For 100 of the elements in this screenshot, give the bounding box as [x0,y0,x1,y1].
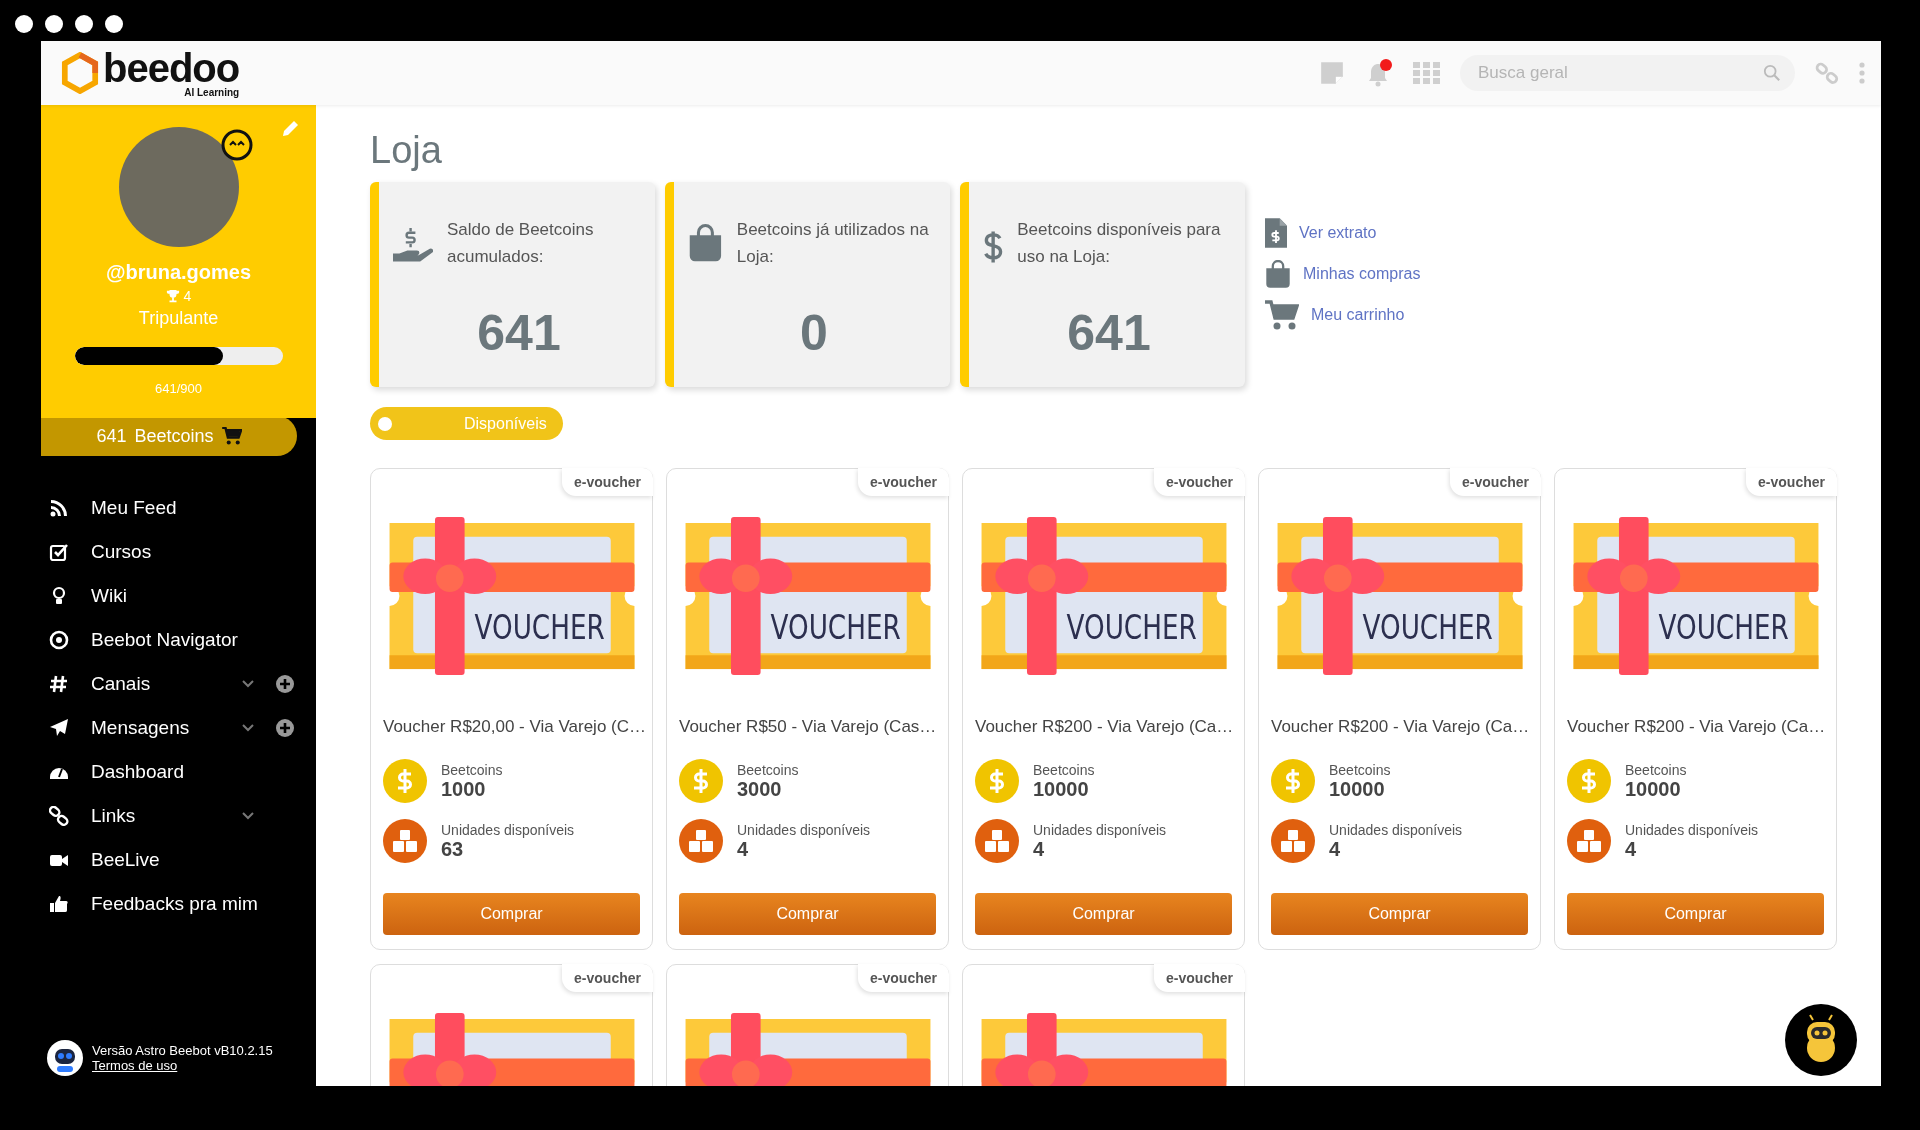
boxes-icon [975,819,1019,863]
stock-value: 4 [1625,837,1638,861]
price-label: Beetcoins [1625,761,1687,778]
price-value: 1000 [441,777,487,801]
coin-dollar-icon [1567,759,1611,803]
boxes-icon [383,819,427,863]
logo-tagline: AI Learning [184,86,240,98]
product-name: Voucher R$50 - Via Varejo (Cas… [679,717,936,737]
stat-label: Saldo de Beetcoins acumulados: [447,219,595,268]
product-type-tag: e-voucher [858,468,949,496]
plane-icon [49,718,69,738]
product-type-tag: e-voucher [1154,468,1245,496]
stock-label: Unidades disponíveis [1033,821,1167,838]
stat-value: 0 [799,304,829,362]
hexagon-logo-icon [61,52,99,94]
boxes-icon [1567,819,1611,863]
quick-link[interactable]: Minhas compras [1303,265,1421,283]
product-type-tag: e-voucher [562,468,653,496]
stock-value: 63 [441,837,465,861]
price-value: 10000 [1329,777,1386,801]
shopping-bag-icon [1265,260,1291,288]
terms-of-use-link[interactable]: Termos de uso [92,1058,273,1073]
price-label: Beetcoins [1329,761,1391,778]
chevron-down-icon[interactable] [242,724,254,732]
stock-label: Unidades disponíveis [737,821,871,838]
price-value: 10000 [1625,777,1682,801]
menu-item[interactable]: Meu Feed [91,497,177,519]
menu-item[interactable]: Wiki [91,585,127,607]
stock-label: Unidades disponíveis [1625,821,1759,838]
menu-item[interactable]: Beebot Navigator [91,629,238,651]
menu-item[interactable]: BeeLive [91,849,160,871]
price-value: 10000 [1033,777,1090,801]
chevron-down-icon[interactable] [242,680,254,688]
toggle-knob-icon [378,416,392,431]
document-dollar-icon [1265,218,1287,248]
product-name: Voucher R$200 - Via Varejo (Ca… [1567,717,1824,737]
hash-icon [49,674,69,694]
search-field[interactable]: Busca geral [1460,55,1795,91]
product-name: Voucher R$200 - Via Varejo (Ca… [1271,717,1528,737]
window-control-icon[interactable] [75,15,93,33]
check-icon [49,542,69,562]
product-type-tag: e-voucher [1154,964,1245,992]
stock-value: 4 [737,837,750,861]
smiley-face-icon[interactable] [220,129,253,161]
coin-dollar-icon [383,759,427,803]
quick-link[interactable]: Ver extrato [1299,224,1377,242]
product-type-tag: e-voucher [1746,468,1837,496]
menu-item[interactable]: Mensagens [91,717,190,739]
chevron-down-icon[interactable] [242,812,254,820]
trophy-count: 4 [183,288,192,304]
version-text: Versão Astro Beebot vB10.2.15 [92,1043,273,1058]
add-circle-icon[interactable] [276,719,294,737]
add-circle-icon[interactable] [276,675,294,693]
menu-item[interactable]: Feedbacks pra mim [91,893,258,915]
robot-assistant-icon[interactable] [1785,1004,1857,1076]
compass-icon [49,630,69,650]
menu-item[interactable]: Dashboard [91,761,184,783]
stock-value: 4 [1329,837,1342,861]
voucher-label: VOUCHER [770,608,937,648]
robot-mascot-icon [47,1040,83,1076]
voucher-label: VOUCHER [474,608,641,648]
menu-item[interactable]: Cursos [91,541,152,563]
stat-value: 641 [1066,304,1152,362]
voucher-label: VOUCHER [1658,608,1825,648]
product-name: Voucher R$200 - Via Varejo (Ca… [975,717,1232,737]
voucher-label: VOUCHER [1066,608,1233,648]
username: @bruna.gomes [105,261,252,284]
user-rank: Tripulante [138,308,219,329]
coin-dollar-icon [679,759,723,803]
rss-icon [49,498,69,518]
shopping-bag-icon [688,222,723,264]
cart-icon [221,427,242,445]
logo-wordmark: beedoo [103,48,240,87]
price-label: Beetcoins [737,761,799,778]
boxes-icon [679,819,723,863]
trophy-icon [165,289,180,303]
stock-label: Unidades disponíveis [441,821,575,838]
page-title: Loja [370,129,443,172]
menu-item[interactable]: Canais [91,673,151,695]
window-control-icon[interactable] [105,15,123,33]
stock-value: 4 [1033,837,1046,861]
price-label: Beetcoins [1033,761,1095,778]
stat-value: 641 [476,304,562,362]
boxes-icon [1271,819,1315,863]
product-type-tag: e-voucher [1450,468,1541,496]
stat-label: Beetcoins disponíveis para uso na Loja: [1017,219,1222,268]
menu-item[interactable]: Links [91,805,136,827]
price-value: 3000 [737,777,783,801]
coin-dollar-icon [975,759,1019,803]
price-label: Beetcoins [441,761,503,778]
stock-label: Unidades disponíveis [1329,821,1463,838]
product-type-tag: e-voucher [858,964,949,992]
window-control-icon[interactable] [15,15,33,33]
voucher-label: VOUCHER [1362,608,1529,648]
window-control-icon[interactable] [45,15,63,33]
thumb-icon [49,894,69,914]
link-icon [49,806,69,826]
quick-link[interactable]: Meu carrinho [1311,306,1405,324]
stat-label: Beetcoins já utilizados na Loja: [736,219,930,268]
progress-reading: 641/900 [155,381,202,396]
